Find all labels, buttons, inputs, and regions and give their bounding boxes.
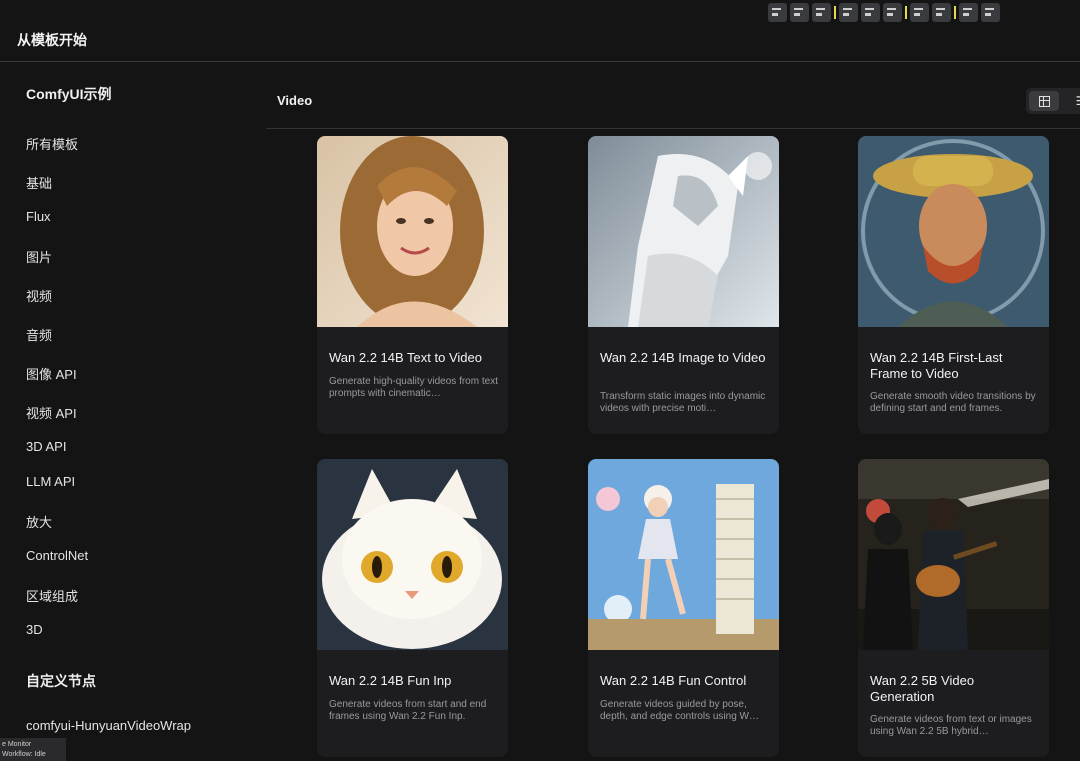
template-card[interactable]: Wan 2.2 14B Fun Control Generate videos …: [588, 459, 779, 757]
sidebar-item-basics[interactable]: 基础: [26, 173, 52, 192]
sidebar-item-flux[interactable]: Flux: [26, 209, 51, 224]
card-description: Generate high-quality videos from text p…: [329, 376, 498, 399]
distribute-horizontal-icon[interactable]: [910, 3, 929, 22]
card-thumbnail-dancer-pisa: [588, 459, 779, 650]
grid-icon: [1038, 95, 1050, 107]
sidebar-item-all-templates[interactable]: 所有模板: [26, 134, 78, 153]
list-icon: ☰: [1076, 94, 1080, 108]
align-center-icon[interactable]: [790, 3, 809, 22]
template-card[interactable]: Wan 2.2 14B Image to Video Transform sta…: [588, 136, 779, 434]
dialog-title: 从模板开始: [17, 32, 87, 48]
sidebar-item-image-api[interactable]: 图像 API: [26, 364, 77, 383]
distribute-vertical-icon[interactable]: [932, 3, 951, 22]
card-title: Wan 2.2 14B Fun Inp: [329, 673, 452, 688]
list-view-button[interactable]: ☰: [1066, 91, 1080, 111]
sidebar-item-area-composition[interactable]: 区域组成: [26, 586, 78, 605]
main-header: Video ☰: [266, 63, 1080, 129]
align-toolbar: [768, 3, 1000, 22]
sidebar-item-controlnet[interactable]: ControlNet: [26, 548, 88, 563]
grid-view-button[interactable]: [1029, 91, 1059, 111]
dialog-header: 从模板开始: [0, 0, 1080, 62]
card-description: Generate videos from start and end frame…: [329, 699, 487, 722]
card-title: Wan 2.2 14B Fun Control: [600, 673, 747, 688]
toolbar-separator: [905, 6, 907, 19]
sidebar-item-audio[interactable]: 音频: [26, 325, 52, 344]
status-workflow-label: Workflow: Idle: [2, 751, 46, 758]
card-thumbnail-guitar-subway: [858, 459, 1049, 650]
sidebar-item-upscale[interactable]: 放大: [26, 512, 52, 531]
sidebar-item-video[interactable]: 视频: [26, 286, 52, 305]
card-description: Transform static images into dynamic vid…: [600, 391, 766, 414]
card-title: Wan 2.2 14B First-Last Frame to Video: [870, 350, 1003, 381]
match-width-icon[interactable]: [981, 3, 1000, 22]
view-toggle: ☰: [1026, 88, 1080, 114]
template-card[interactable]: Wan 2.2 14B Text to Video Generate high-…: [317, 136, 508, 434]
category-title: Video: [277, 93, 313, 108]
sidebar-item-3d[interactable]: 3D: [26, 622, 43, 637]
status-overlay: e Monitor Workflow: Idle: [0, 738, 66, 761]
align-middle-icon[interactable]: [861, 3, 880, 22]
status-monitor-label: e Monitor: [2, 741, 32, 748]
template-card[interactable]: Wan 2.2 14B Fun Inp Generate videos from…: [317, 459, 508, 757]
card-description: Generate videos guided by pose, depth, a…: [600, 699, 759, 722]
card-title: Wan 2.2 14B Text to Video: [329, 350, 482, 365]
toolbar-separator: [834, 6, 836, 19]
card-title: Wan 2.2 14B Image to Video: [600, 350, 766, 365]
card-description: Generate videos from text or images usin…: [870, 714, 1032, 737]
match-height-icon[interactable]: [959, 3, 978, 22]
card-thumbnail-armored-knight: [588, 136, 779, 327]
align-right-icon[interactable]: [812, 3, 831, 22]
card-thumbnail-portrait-woman: [317, 136, 508, 327]
card-thumbnail-white-cat: [317, 459, 508, 650]
align-top-icon[interactable]: [839, 3, 858, 22]
card-thumbnail-van-gogh-astronaut: [858, 136, 1049, 327]
sidebar-section-examples: ComfyUI示例: [26, 86, 112, 102]
card-description: Generate smooth video transitions by def…: [870, 391, 1036, 414]
template-card[interactable]: Wan 2.2 5B Video Generation Generate vid…: [858, 459, 1049, 757]
sidebar-item-video-api[interactable]: 视频 API: [26, 403, 77, 422]
template-card[interactable]: Wan 2.2 14B First-Last Frame to Video Ge…: [858, 136, 1049, 434]
card-title: Wan 2.2 5B Video Generation: [870, 673, 975, 704]
toolbar-separator: [954, 6, 956, 19]
sidebar-item-image[interactable]: 图片: [26, 247, 52, 266]
sidebar-item-llm-api[interactable]: LLM API: [26, 474, 75, 489]
align-bottom-icon[interactable]: [883, 3, 902, 22]
category-sidebar: ComfyUI示例 所有模板 基础 Flux 图片 视频 音频 图像 API 视…: [0, 63, 266, 761]
align-left-icon[interactable]: [768, 3, 787, 22]
sidebar-section-custom-nodes: 自定义节点: [26, 673, 96, 689]
sidebar-item-3d-api[interactable]: 3D API: [26, 439, 66, 454]
